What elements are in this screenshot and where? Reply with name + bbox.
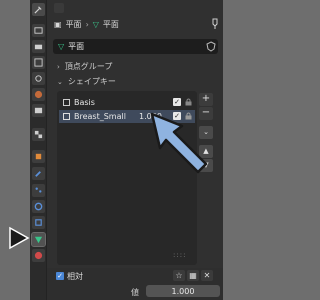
breadcrumb: ▣ 平面 › ▽ 平面 (54, 17, 119, 31)
tab-particles[interactable] (32, 184, 45, 197)
pointer-arrow-icon (9, 226, 30, 250)
breadcrumb-mesh: 平面 (102, 19, 119, 29)
tab-output[interactable] (32, 40, 45, 53)
tab-collection[interactable] (32, 104, 45, 117)
image-icon (34, 58, 43, 67)
tab-view-layer[interactable] (32, 56, 45, 69)
tab-physics[interactable] (32, 200, 45, 213)
relative-label: 相対 (67, 272, 83, 281)
tab-world[interactable] (32, 88, 45, 101)
mesh-data-icon: ▽ (58, 42, 65, 51)
shape-key-icon (63, 99, 70, 106)
annotation-arrow-icon (150, 112, 208, 174)
mesh-data-icon: ▽ (92, 19, 99, 29)
shape-key-name: Basis (74, 98, 95, 107)
object-icon: ▣ (54, 19, 62, 29)
tab-object[interactable] (32, 150, 45, 163)
value-slider[interactable]: 1.000 (146, 285, 220, 297)
tab-modifiers[interactable] (32, 167, 45, 180)
pin-icon[interactable] (211, 18, 219, 30)
shape-keys-label: シェイプキー (67, 77, 116, 86)
tab-constraints[interactable] (32, 216, 45, 229)
value-number: 1.000 (171, 286, 195, 296)
chevron-right-icon: › (57, 62, 60, 71)
editor-type-button[interactable] (54, 3, 64, 13)
tab-texture[interactable] (32, 128, 45, 141)
list-item[interactable]: Basis ✓ (59, 96, 195, 109)
object-icon (35, 153, 42, 160)
vertex-groups-header[interactable]: › 頂点グループ (57, 61, 112, 72)
tab-scene[interactable] (32, 72, 45, 85)
mute-checkbox[interactable]: ✓ (173, 98, 181, 106)
edit-mode-toggle-button[interactable]: ▦ (187, 270, 199, 281)
mesh-data-icon (34, 236, 43, 244)
breadcrumb-object: 平面 (65, 19, 82, 29)
mesh-name-field[interactable]: ▽ 平面 (53, 39, 218, 54)
scene-icon (35, 75, 42, 82)
relative-checkbox[interactable]: ✓ (56, 272, 64, 280)
tab-object-data[interactable] (31, 232, 46, 247)
chevron-down-icon: ⌄ (57, 77, 63, 86)
tab-tool[interactable] (32, 3, 45, 16)
shape-key-name: Breast_Small (74, 112, 126, 121)
texture-icon (34, 130, 43, 139)
world-icon (34, 90, 43, 99)
tool-icon (34, 6, 42, 14)
printer-icon (34, 44, 43, 50)
value-label: 値 (131, 288, 139, 297)
fake-user-shield-icon[interactable] (206, 41, 216, 52)
add-shape-key-button[interactable]: + (199, 93, 213, 106)
pin-shape-key-button[interactable]: ☆ (173, 270, 185, 281)
breadcrumb-separator-icon: › (85, 19, 89, 29)
render-icon (34, 27, 43, 34)
physics-icon (34, 202, 43, 211)
collection-icon (34, 107, 43, 114)
tab-material[interactable] (32, 249, 45, 262)
particles-icon (35, 187, 42, 193)
viewport-edge (0, 0, 30, 300)
lock-icon[interactable] (185, 98, 192, 106)
constraint-icon (35, 219, 42, 226)
vertex-groups-label: 頂点グループ (64, 62, 113, 71)
mesh-name-value: 平面 (68, 42, 85, 51)
list-resize-grip[interactable]: :::: (173, 251, 186, 259)
clear-weights-button[interactable]: ✕ (201, 270, 213, 281)
tab-render[interactable] (32, 24, 45, 37)
shape-key-icon (63, 113, 70, 120)
wrench-icon (35, 171, 41, 177)
shape-keys-header[interactable]: ⌄ シェイプキー (57, 76, 116, 87)
material-icon (34, 251, 43, 260)
